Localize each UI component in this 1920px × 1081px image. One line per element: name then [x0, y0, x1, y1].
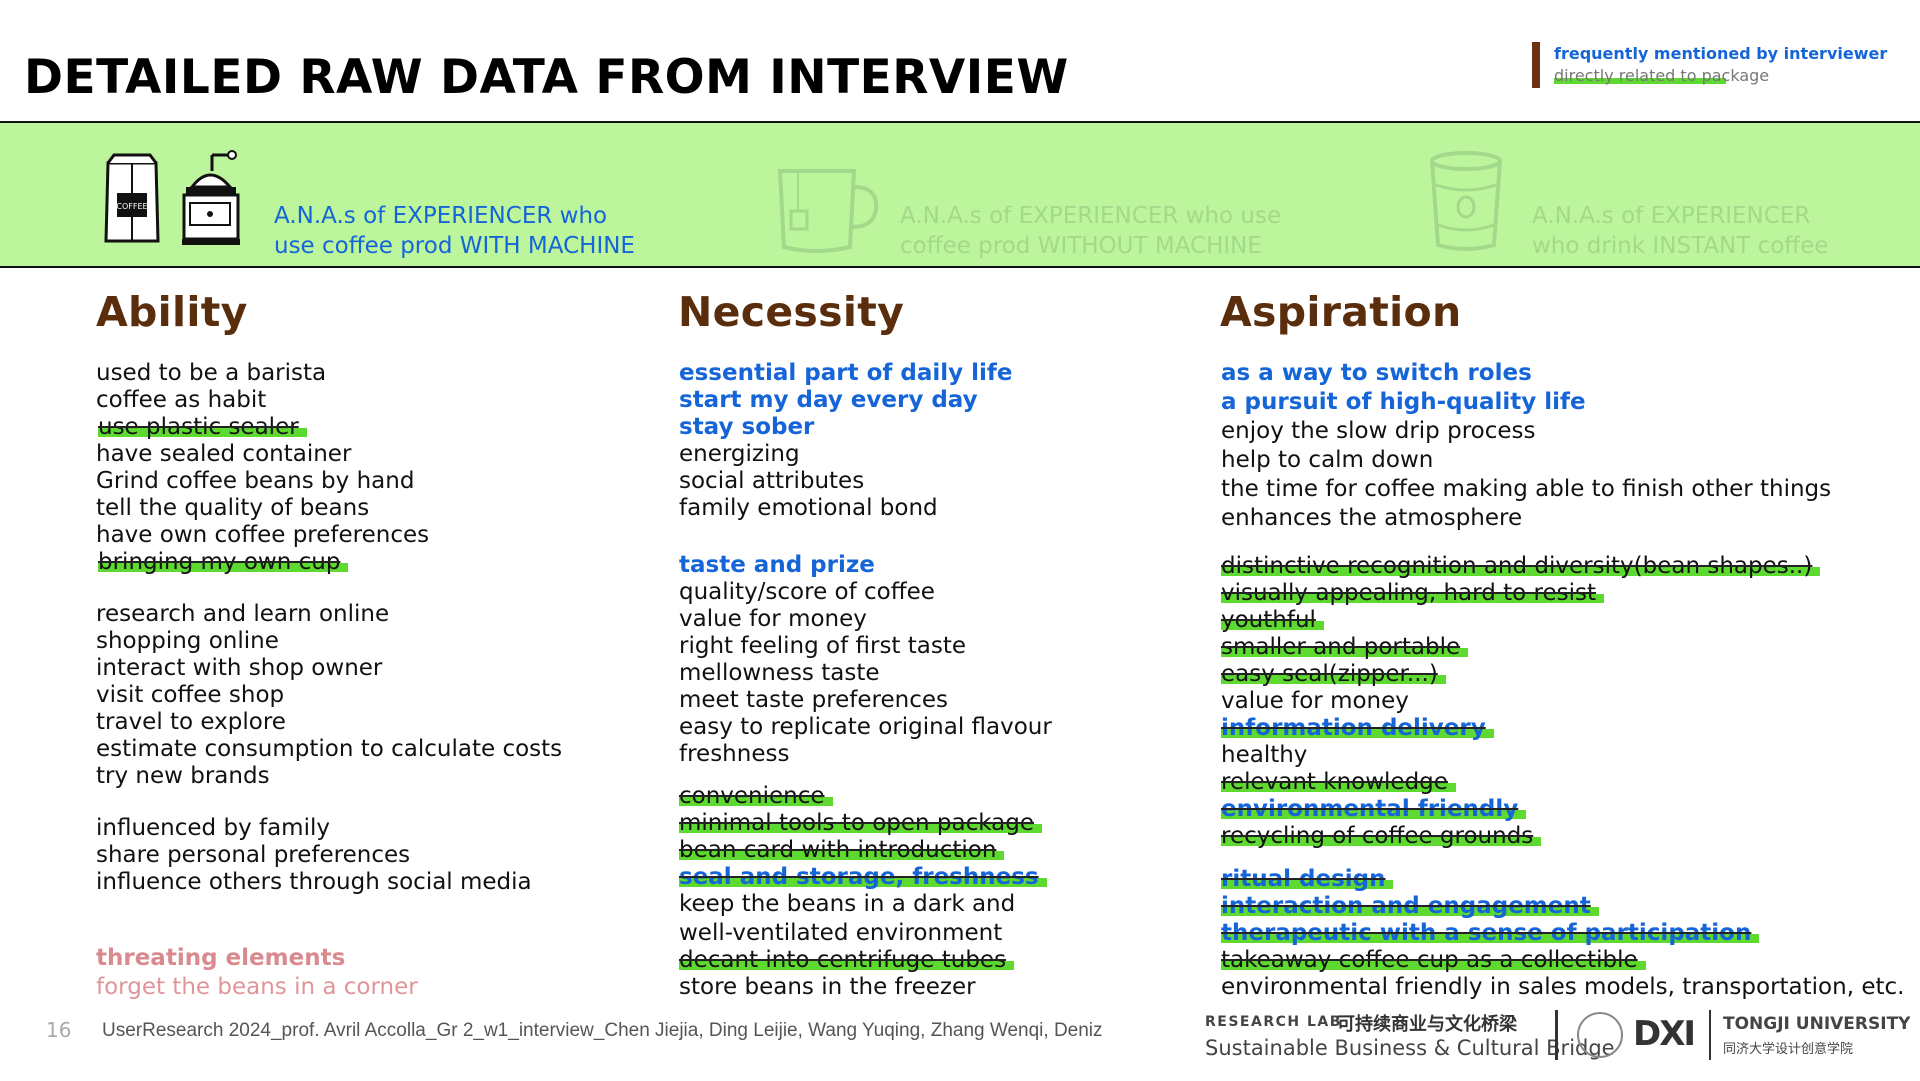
coffee-grinder-icon [182, 150, 240, 245]
aspiration-item: interaction and engagement [1221, 893, 1599, 919]
ability-item: visit coffee shop [96, 682, 285, 708]
aspiration-item: distinctive recognition and diversity(be… [1221, 553, 1821, 579]
coffee-bag-icon: COFFEE [104, 153, 160, 243]
aspiration-item: visually appealing, hard to resist [1221, 580, 1604, 606]
university-seal-icon [1577, 1012, 1623, 1058]
necessity-item: value for money [679, 606, 867, 632]
logo-separator [1555, 1010, 1558, 1060]
necessity-item: right feeling of first taste [679, 633, 967, 659]
necessity-item: decant into centrifuge tubes [679, 947, 1015, 973]
ability-item: have own coffee preferences [96, 522, 430, 548]
necessity-item: store beans in the freezer [679, 974, 976, 1000]
necessity-item: essential part of daily life [679, 360, 1013, 386]
footer-credits: UserResearch 2024_prof. Avril Accolla_Gr… [102, 1020, 1103, 1041]
aspiration-item: healthy [1221, 742, 1308, 768]
ability-item: try new brands [96, 763, 270, 789]
aspiration-item: ritual design [1221, 866, 1394, 892]
dxi-logo: DXI [1633, 1014, 1696, 1054]
aspiration-item: value for money [1221, 688, 1409, 714]
ability-item: bringing my own cup [98, 549, 349, 575]
necessity-item: easy to replicate original flavour [679, 714, 1052, 740]
band-label-with-machine: A.N.A.s of EXPERIENCER who use coffee pr… [274, 203, 635, 259]
aspiration-item: enhances the atmosphere [1221, 505, 1523, 531]
aspiration-item: environmental friendly in sales models, … [1221, 974, 1905, 1000]
threat-heading: threating elements [96, 945, 346, 971]
ability-item: interact with shop owner [96, 655, 383, 681]
aspiration-item: easy seal(zipper...) [1221, 661, 1446, 687]
page-title: DETAILED RAW DATA FROM INTERVIEW [24, 50, 1069, 105]
band-label-without-machine: A.N.A.s of EXPERIENCER who use coffee pr… [900, 203, 1282, 259]
lab-name-en: Sustainable Business & Cultural Bridge [1205, 1036, 1615, 1060]
category-band: COFFEE A.N.A.s of EXPERIENCER who use co… [0, 121, 1920, 268]
ability-item: estimate consumption to calculate costs [96, 736, 563, 762]
aspiration-item: as a way to switch roles [1221, 360, 1532, 386]
aspiration-item: relevant knowledge [1221, 769, 1456, 795]
ability-item: Grind coffee beans by hand [96, 468, 415, 494]
university-name-cn: 同济大学设计创意学院 [1723, 1042, 1854, 1057]
logo-block: RESEARCH LAB 可持续商业与文化桥梁 Sustainable Busi… [1205, 1008, 1911, 1068]
necessity-item: meet taste preferences [679, 687, 949, 713]
ability-item: influenced by family [96, 815, 330, 841]
logo-separator [1709, 1010, 1711, 1060]
necessity-item: keep the beans in a dark and [679, 891, 1016, 917]
mug-icon [777, 169, 879, 253]
legend: frequently mentioned by interviewer dire… [1532, 42, 1892, 88]
necessity-item: stay sober [679, 414, 815, 440]
aspiration-item: takeaway coffee cup as a collectible [1221, 947, 1646, 973]
aspiration-item: information delivery [1221, 715, 1494, 741]
ability-item: use plastic sealer [98, 414, 307, 440]
ability-item: coffee as habit [96, 387, 267, 413]
aspiration-item: enjoy the slow drip process [1221, 418, 1536, 444]
legend-frequently: frequently mentioned by interviewer [1554, 44, 1888, 63]
lab-label: RESEARCH LAB [1205, 1014, 1342, 1030]
instant-cup-icon [1430, 151, 1502, 251]
aspiration-heading: Aspiration [1220, 288, 1462, 336]
page-number: 16 [46, 1018, 72, 1042]
ability-item: tell the quality of beans [96, 495, 370, 521]
necessity-item: start my day every day [679, 387, 978, 413]
necessity-item: minimal tools to open package [679, 810, 1043, 836]
aspiration-item: a pursuit of high-quality life [1221, 389, 1586, 415]
threat-item: forget the beans in a corner [96, 974, 418, 1000]
necessity-item: family emotional bond [679, 495, 938, 521]
aspiration-item: environmental friendly [1221, 796, 1527, 822]
necessity-item: seal and storage, freshness [679, 864, 1047, 890]
necessity-item: mellowness taste [679, 660, 880, 686]
necessity-item: bean card with introduction [679, 837, 1005, 863]
coffee-bag-label: COFFEE [116, 202, 147, 211]
aspiration-item: the time for coffee making able to finis… [1221, 476, 1832, 502]
aspiration-item: help to calm down [1221, 447, 1434, 473]
necessity-item: well-ventilated environment [679, 920, 1003, 946]
ability-item: research and learn online [96, 601, 390, 627]
ability-item: shopping online [96, 628, 279, 654]
band-label-instant: A.N.A.s of EXPERIENCER who drink INSTANT… [1532, 203, 1829, 259]
legend-bar [1532, 42, 1540, 88]
necessity-item: freshness [679, 741, 790, 767]
aspiration-item: recycling of coffee grounds [1221, 823, 1542, 849]
ability-item: used to be a barista [96, 360, 327, 386]
necessity-item: convenience [679, 783, 833, 809]
ability-item: share personal preferences [96, 842, 411, 868]
necessity-item: social attributes [679, 468, 865, 494]
necessity-item: energizing [679, 441, 800, 467]
ability-item: travel to explore [96, 709, 286, 735]
aspiration-item: therapeutic with a sense of participatio… [1221, 920, 1760, 946]
necessity-heading: Necessity [678, 288, 905, 336]
ability-item: have sealed container [96, 441, 352, 467]
aspiration-item: smaller and portable [1221, 634, 1469, 660]
necessity-item: taste and prize [679, 552, 875, 578]
ability-item: influence others through social media [96, 869, 532, 895]
legend-related: directly related to package [1554, 66, 1770, 85]
ability-heading: Ability [96, 288, 248, 336]
lab-name-cn: 可持续商业与文化桥梁 [1337, 1014, 1517, 1035]
aspiration-item: youthful [1221, 607, 1324, 633]
university-name: TONGJI UNIVERSITY [1723, 1014, 1911, 1034]
necessity-item: quality/score of coffee [679, 579, 935, 605]
